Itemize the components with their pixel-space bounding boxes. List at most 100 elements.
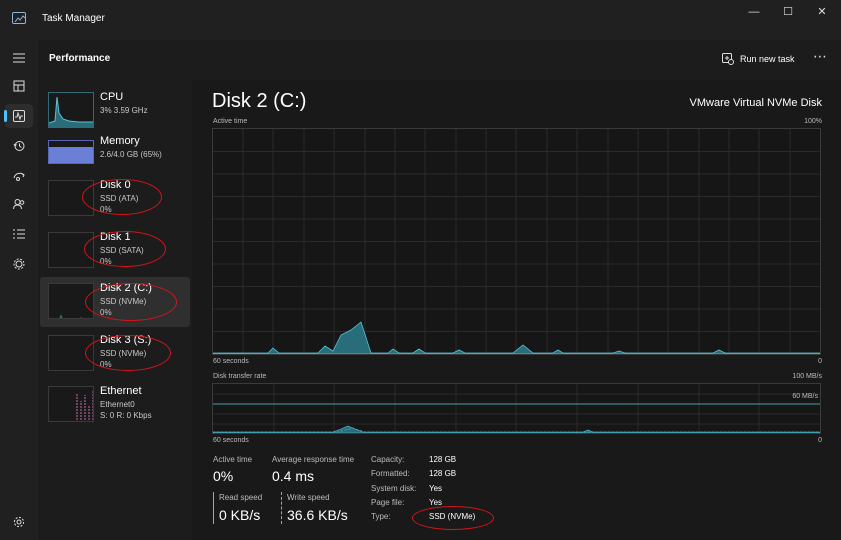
type-label: Type: xyxy=(371,512,391,521)
transfer-rate-graph-label: Disk transfer rate xyxy=(213,373,267,380)
sidebar-item-disk-2[interactable]: Disk 2 (C:) SSD (NVMe) 0% xyxy=(40,277,190,327)
active-graph-time-left: 60 seconds xyxy=(213,358,249,365)
sidebar-item-detail: 2.6/4.0 GB (65%) xyxy=(100,150,162,159)
transfer-graph-time-right: 0 xyxy=(818,437,822,444)
read-speed-label: Read speed xyxy=(219,493,263,502)
system-disk-label: System disk: xyxy=(371,484,417,493)
processes-icon xyxy=(13,80,25,92)
hamburger-icon xyxy=(13,53,25,63)
services-icon xyxy=(13,258,25,270)
nav-performance[interactable] xyxy=(4,104,33,128)
startup-apps-icon xyxy=(13,172,25,181)
response-time-value: 0.4 ms xyxy=(272,468,315,484)
sidebar-item-detail: SSD (NVMe) xyxy=(100,349,147,358)
sidebar-item-value: S: 0 R: 0 Kbps xyxy=(100,411,152,420)
more-options-button[interactable]: ⋯ xyxy=(810,48,830,68)
formatted-value: 128 GB xyxy=(429,469,457,478)
transfer-rate-graph: 60 MB/s xyxy=(212,383,821,434)
read-speed-indicator xyxy=(213,492,214,524)
sidebar-item-cpu[interactable]: CPU 3% 3.59 GHz xyxy=(40,86,190,136)
nav-processes[interactable] xyxy=(5,74,33,98)
disk-2-thumbnail xyxy=(48,283,94,319)
transfer-rate-graph-max: 100 MB/s xyxy=(792,373,822,380)
sidebar-item-memory[interactable]: Memory 2.6/4.0 GB (65%) xyxy=(40,130,190,180)
hamburger-menu-button[interactable] xyxy=(5,46,33,70)
details-icon xyxy=(13,229,25,239)
sidebar-item-name: Disk 2 (C:) xyxy=(100,282,152,294)
sidebar-item-name: CPU xyxy=(100,91,124,103)
sidebar-item-name: Disk 3 (S:) xyxy=(100,334,152,346)
nav-details[interactable] xyxy=(5,222,33,246)
task-manager-app-icon xyxy=(12,12,26,24)
transfer-graph-time-left: 60 seconds xyxy=(213,437,249,444)
disk-0-thumbnail xyxy=(48,180,94,216)
page-file-label: Page file: xyxy=(371,498,405,507)
nav-settings[interactable] xyxy=(5,510,33,534)
capacity-label: Capacity: xyxy=(371,455,405,464)
nav-app-history[interactable] xyxy=(5,134,33,158)
active-graph-time-right: 0 xyxy=(818,358,822,365)
run-new-task-label: Run new task xyxy=(740,54,795,64)
disk-1-thumbnail xyxy=(48,232,94,268)
sidebar-item-detail: SSD (NVMe) xyxy=(100,297,147,306)
sidebar-item-disk-1[interactable]: Disk 1 SSD (SATA) 0% xyxy=(40,226,190,276)
page-header: Performance Run new task ⋯ xyxy=(38,40,841,80)
navigation-rail xyxy=(0,40,38,540)
settings-icon xyxy=(13,516,25,528)
sidebar-item-detail: Ethernet0 xyxy=(100,400,135,409)
app-history-icon xyxy=(13,141,25,151)
active-time-graph-max: 100% xyxy=(804,118,822,125)
nav-users[interactable] xyxy=(5,192,33,216)
users-icon xyxy=(13,199,25,210)
sidebar-item-disk-3[interactable]: Disk 3 (S:) SSD (NVMe) 0% xyxy=(40,329,190,379)
write-speed-indicator xyxy=(281,492,282,524)
minimize-button[interactable]: — xyxy=(744,4,764,20)
window-title: Task Manager xyxy=(42,13,105,24)
disk-title: Disk 2 (C:) xyxy=(212,90,307,112)
nav-services[interactable] xyxy=(5,252,33,276)
capacity-value: 128 GB xyxy=(429,455,457,464)
run-new-task-button[interactable]: Run new task xyxy=(722,49,795,69)
sidebar-item-name: Ethernet xyxy=(100,385,142,397)
more-icon: ⋯ xyxy=(813,48,827,64)
sidebar-item-value: 0% xyxy=(100,205,112,214)
sidebar-item-ethernet[interactable]: Ethernet Ethernet0 S: 0 R: 0 Kbps xyxy=(40,380,190,430)
write-speed-value: 36.6 KB/s xyxy=(287,507,348,523)
disk-detail-panel: Disk 2 (C:) VMware Virtual NVMe Disk Act… xyxy=(192,80,841,540)
page-file-value: Yes xyxy=(429,498,443,507)
transfer-rate-graph-mid: 60 MB/s xyxy=(792,393,818,400)
sidebar-item-name: Disk 0 xyxy=(100,179,131,191)
page-title: Performance xyxy=(49,53,111,64)
sidebar-item-disk-0[interactable]: Disk 0 SSD (ATA) 0% xyxy=(40,174,190,224)
sidebar-item-value: 0% xyxy=(100,257,112,266)
sidebar-item-name: Memory xyxy=(100,135,140,147)
type-value: SSD (NVMe) xyxy=(429,512,476,521)
system-disk-value: Yes xyxy=(429,484,443,493)
sidebar-item-name: Disk 1 xyxy=(100,231,131,243)
response-time-label: Average response time xyxy=(272,455,355,464)
performance-icon xyxy=(13,110,25,122)
ethernet-thumbnail xyxy=(48,386,94,422)
write-speed-label: Write speed xyxy=(287,493,330,502)
active-time-graph xyxy=(212,128,821,355)
close-button[interactable]: ✕ xyxy=(812,4,832,20)
run-task-icon xyxy=(722,53,734,65)
formatted-label: Formatted: xyxy=(371,469,410,478)
sidebar-item-value: 0% xyxy=(100,360,112,369)
cpu-thumbnail xyxy=(48,92,94,128)
sidebar-item-detail: SSD (SATA) xyxy=(100,246,144,255)
disk-3-thumbnail xyxy=(48,335,94,371)
sidebar-item-value: 0% xyxy=(100,308,112,317)
active-time-graph-label: Active time xyxy=(213,118,248,125)
sidebar-item-detail: SSD (ATA) xyxy=(100,194,139,203)
read-speed-value: 0 KB/s xyxy=(219,507,261,523)
active-time-value: 0% xyxy=(213,468,234,484)
memory-thumbnail xyxy=(48,140,94,164)
disk-model: VMware Virtual NVMe Disk xyxy=(689,97,822,109)
performance-sidebar: CPU 3% 3.59 GHz Memory 2.6/4.0 GB (65%) … xyxy=(38,80,192,540)
sidebar-item-detail: 3% 3.59 GHz xyxy=(100,106,148,115)
nav-startup-apps[interactable] xyxy=(5,164,33,188)
title-bar: Task Manager — ☐ ✕ xyxy=(0,0,841,40)
maximize-button[interactable]: ☐ xyxy=(778,4,798,20)
active-time-label: Active time xyxy=(213,455,253,464)
